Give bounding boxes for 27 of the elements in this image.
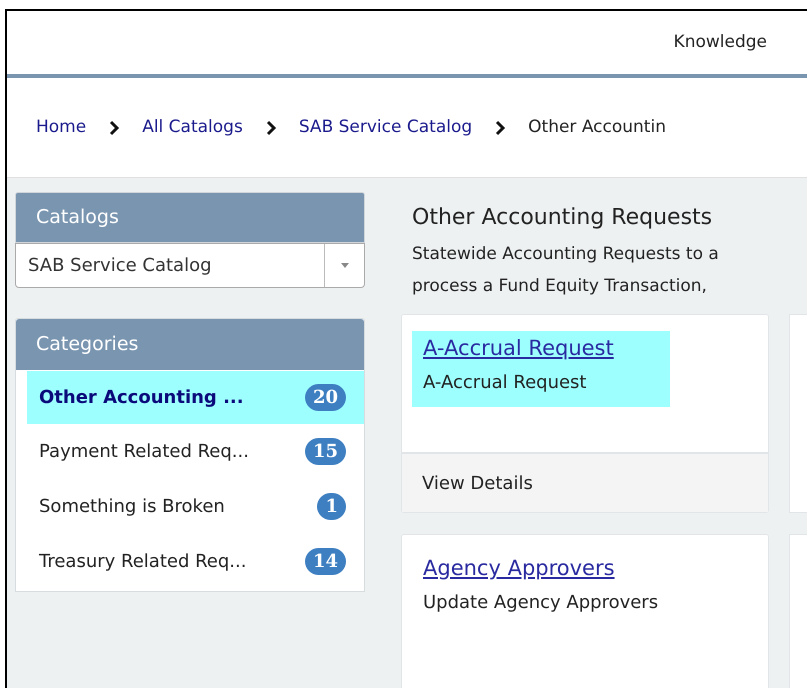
page-heading: Other Accounting Requests (411, 204, 714, 232)
catalog-select[interactable]: SAB Service Catalog (15, 243, 365, 288)
category-item[interactable]: Treasury Related Req... 14 (27, 534, 364, 589)
count-badge: 14 (304, 548, 346, 575)
item-description: A-Accrual Request (423, 370, 586, 394)
breadcrumb-current: Other Accountin (528, 116, 666, 139)
count-badge: 20 (304, 384, 346, 411)
panel-title: Catalogs (36, 205, 119, 230)
count-badge: 1 (317, 493, 346, 520)
breadcrumb-link[interactable]: All Catalogs (142, 114, 243, 140)
chevron-icon (494, 120, 506, 136)
count-badge: 15 (304, 438, 346, 465)
description-text: Statewide Accounting Requests to a process a Fund Equity Transaction, (411, 243, 720, 298)
chevron-icon (108, 120, 120, 136)
panel-title: Categories (36, 332, 138, 358)
item-title-link[interactable]: A-Accrual Request (423, 336, 614, 360)
chevron-icon (264, 120, 277, 136)
item-title-link[interactable]: Agency Approvers (423, 556, 615, 580)
breadcrumb-link[interactable]: SAB Service Catalog (298, 114, 472, 140)
item-description: Update Agency Approvers (423, 590, 658, 614)
category-item[interactable]: Something is Broken 1 (27, 479, 364, 534)
dropdown-caret-icon (340, 263, 348, 268)
nav-link[interactable]: Knowledge (674, 30, 767, 56)
category-item[interactable]: Payment Related Req... 15 (27, 424, 364, 479)
view-details-link[interactable]: View Details (422, 470, 533, 496)
category-item[interactable]: Other Accounting ... 20 (27, 371, 364, 424)
breadcrumb-link[interactable]: Home (36, 114, 86, 140)
